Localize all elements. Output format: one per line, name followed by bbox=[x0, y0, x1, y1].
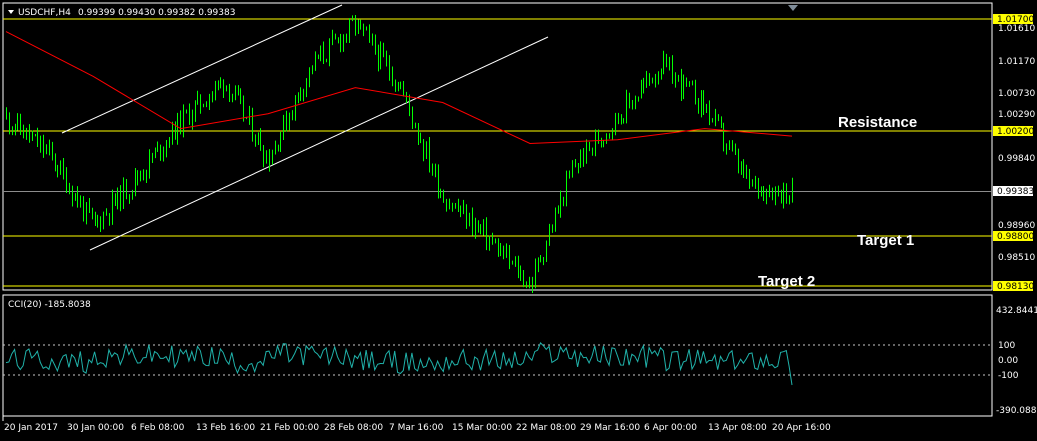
time-tick: 6 Apr 00:00 bbox=[644, 423, 697, 433]
time-tick: 20 Jan 2017 bbox=[4, 423, 58, 433]
time-tick: 30 Jan 00:00 bbox=[67, 423, 124, 433]
time-tick: 13 Apr 08:00 bbox=[708, 423, 767, 433]
price-tick: 0.99840 bbox=[998, 154, 1035, 164]
time-tick: 6 Feb 08:00 bbox=[131, 423, 185, 433]
time-tick: 7 Mar 16:00 bbox=[389, 423, 444, 433]
cci-tick: 100 bbox=[998, 341, 1015, 351]
chart-header-symbol: USDCHF,H4 bbox=[18, 8, 71, 18]
time-tick: 28 Feb 08:00 bbox=[324, 423, 383, 433]
time-tick: 20 Apr 16:00 bbox=[772, 423, 831, 433]
cci-tick: -390.0885 bbox=[996, 406, 1037, 416]
cci-tick: 0.00 bbox=[998, 356, 1018, 366]
resistance-label: Resistance bbox=[838, 114, 917, 131]
price-tick: 0.98510 bbox=[998, 253, 1035, 263]
time-tick: 21 Feb 00:00 bbox=[260, 423, 319, 433]
level-price-label: 0.98800 bbox=[997, 232, 1034, 242]
cci-tick: 432.8441 bbox=[996, 306, 1037, 316]
target-2-label: Target 2 bbox=[758, 273, 815, 290]
price-tick: 1.00730 bbox=[998, 89, 1035, 99]
time-tick: 13 Feb 16:00 bbox=[196, 423, 255, 433]
current-price-label: 0.99383 bbox=[997, 187, 1034, 197]
price-tick: 1.00290 bbox=[998, 110, 1035, 120]
cci-title: CCI(20) -185.8038 bbox=[8, 300, 91, 310]
trading-chart[interactable]: USDCHF,H4 0.99399 0.99430 0.99382 0.9938… bbox=[0, 0, 1037, 441]
level-price-label: 1.00200 bbox=[997, 127, 1034, 137]
level-price-label: 0.98130 bbox=[997, 282, 1034, 292]
price-tick: 1.01610 bbox=[998, 24, 1035, 34]
target-1-label: Target 1 bbox=[857, 232, 914, 249]
time-tick: 22 Mar 08:00 bbox=[516, 423, 576, 433]
time-tick: 15 Mar 00:00 bbox=[452, 423, 512, 433]
cci-tick: -100 bbox=[998, 371, 1019, 381]
chart-header-ohlc: 0.99399 0.99430 0.99382 0.99383 bbox=[78, 8, 235, 18]
price-tick: 1.01170 bbox=[998, 57, 1035, 67]
time-tick: 29 Mar 16:00 bbox=[580, 423, 640, 433]
level-price-label: 1.01700 bbox=[997, 15, 1034, 25]
price-tick: 0.98960 bbox=[998, 221, 1035, 231]
